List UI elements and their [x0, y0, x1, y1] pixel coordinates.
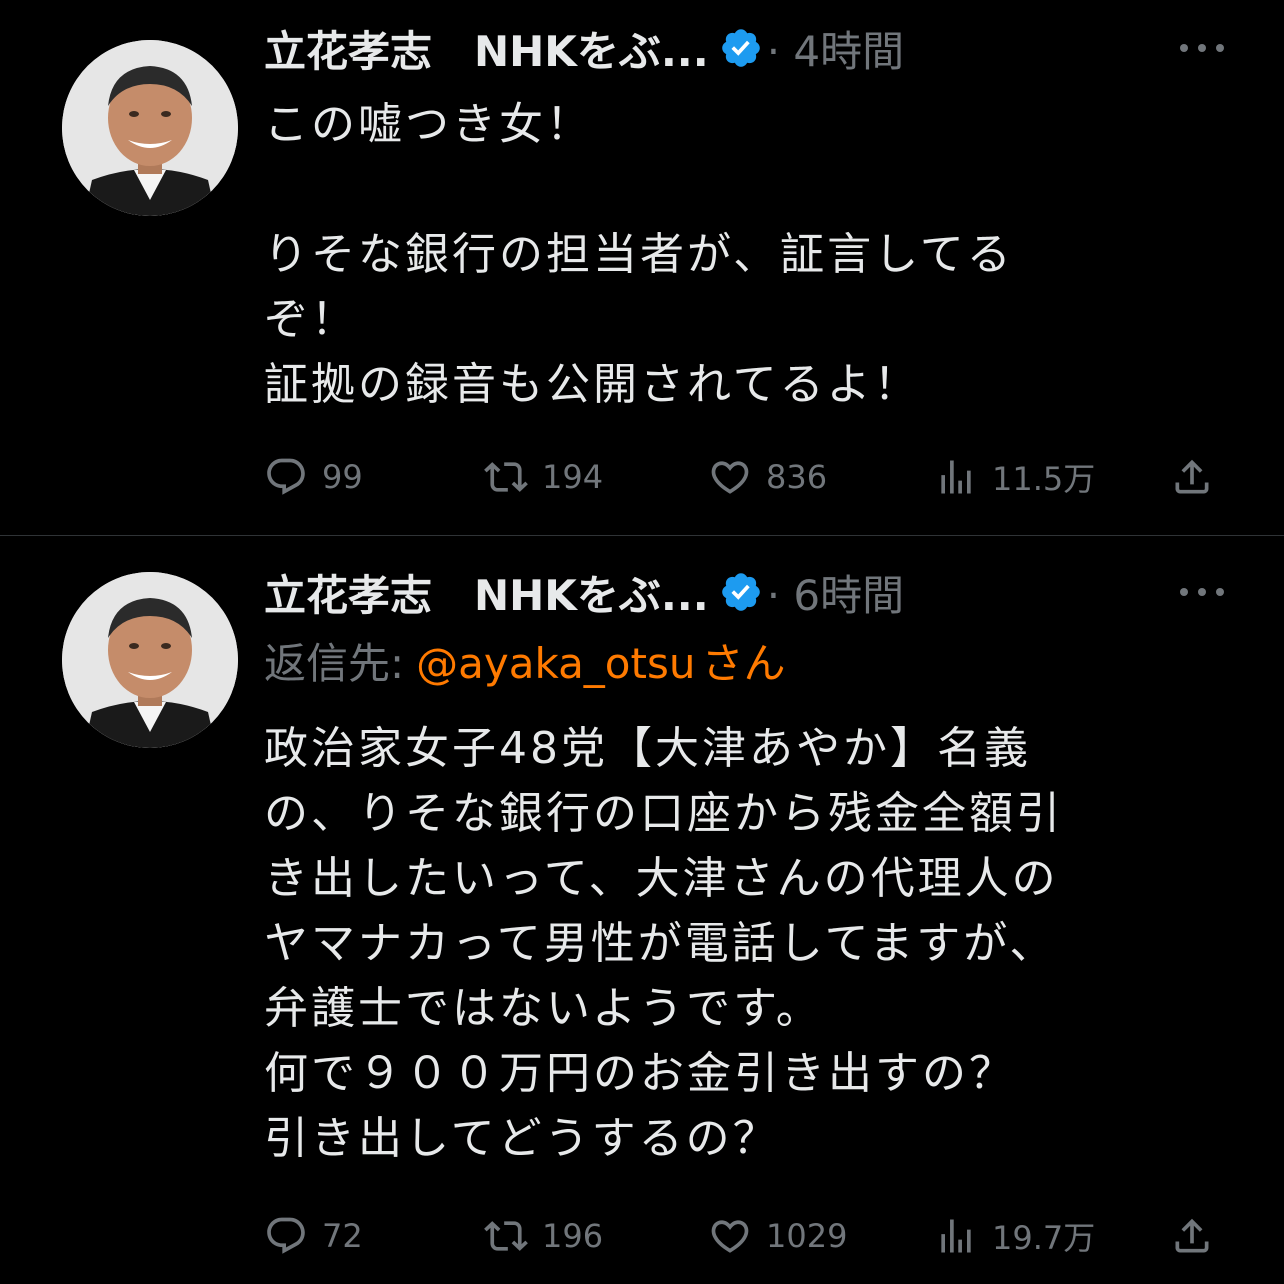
more-options-icon[interactable] — [1180, 572, 1224, 612]
retweet-button[interactable]: 194 — [484, 452, 603, 502]
reply-button[interactable]: 99 — [264, 452, 363, 502]
reply-button[interactable]: 72 — [264, 1211, 363, 1261]
reply-count: 99 — [322, 458, 363, 496]
reply-icon — [267, 458, 305, 495]
reply-to-suffix: さん — [701, 639, 786, 688]
view-count: 19.7万 — [992, 1219, 1096, 1257]
more-options-icon[interactable] — [1180, 28, 1224, 68]
retweet-icon — [484, 1221, 528, 1251]
analytics-icon — [941, 1219, 971, 1253]
reply-icon — [267, 1217, 305, 1254]
verified-badge-icon — [721, 573, 760, 611]
tweet-text: 政治家女子48党【大津あやか】名義 の、りそな銀行の口座から残金全額引 き出した… — [264, 723, 1063, 1164]
like-button[interactable]: 836 — [708, 452, 827, 502]
author-display-name[interactable]: 立花孝志 NHKをぶ... — [264, 562, 709, 623]
verified-badge-icon — [721, 29, 760, 67]
tweet-1[interactable]: 立花孝志 NHKをぶ... · 4時間 この嘘つき女！ りそな銀行の担当者が、証… — [0, 0, 1284, 535]
reply-count: 72 — [322, 1217, 363, 1255]
retweet-icon — [484, 462, 528, 492]
analytics-icon — [941, 460, 971, 494]
view-count: 11.5万 — [992, 460, 1096, 498]
views-button[interactable]: 11.5万 — [934, 452, 1095, 502]
author-display-name[interactable]: 立花孝志 NHKをぶ... — [264, 18, 709, 79]
views-button[interactable]: 19.7万 — [934, 1211, 1095, 1261]
share-icon — [1175, 459, 1209, 494]
retweet-count: 196 — [542, 1217, 604, 1255]
tweet-text: この嘘つき女！ りそな銀行の担当者が、証言してる ぞ！ 証拠の録音も公開されてる… — [264, 99, 1014, 410]
reply-to-handle[interactable]: @ayaka_otsu — [416, 639, 695, 688]
tweet-header: 立花孝志 NHKをぶ... · 4時間 — [264, 18, 1224, 78]
avatar-image — [62, 572, 238, 748]
heart-icon — [711, 461, 749, 494]
retweet-button[interactable]: 196 — [484, 1211, 603, 1261]
author-avatar[interactable] — [62, 40, 238, 216]
tweet-header: 立花孝志 NHKをぶ... · 6時間 — [264, 562, 1224, 622]
tweet-actions: 72 196 1029 19.7万 — [264, 1211, 1222, 1261]
share-button[interactable] — [1170, 1211, 1228, 1261]
like-count: 1029 — [766, 1217, 848, 1255]
tweet-timestamp[interactable]: · 4時間 — [767, 18, 904, 79]
tweet-actions: 99 194 836 11.5万 — [264, 452, 1222, 502]
author-avatar[interactable] — [62, 572, 238, 748]
share-button[interactable] — [1170, 452, 1228, 502]
tweet-timestamp[interactable]: · 6時間 — [767, 562, 904, 623]
like-count: 836 — [766, 458, 828, 496]
like-button[interactable]: 1029 — [708, 1211, 847, 1261]
reply-to-label: 返信先: — [264, 639, 405, 688]
retweet-count: 194 — [542, 458, 604, 496]
heart-icon — [711, 1220, 749, 1253]
share-icon — [1175, 1218, 1209, 1253]
avatar-image — [62, 40, 238, 216]
reply-to-line: 返信先: @ayaka_otsu さん — [264, 630, 786, 691]
